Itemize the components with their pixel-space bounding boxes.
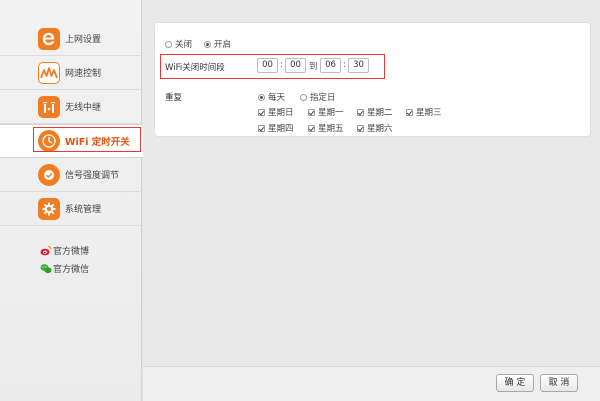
wifi-timer-icon: [38, 130, 60, 152]
end-minute-input[interactable]: 30: [348, 58, 369, 73]
signal-strength-icon: [38, 163, 60, 186]
wechat-label: 官方微信: [53, 265, 90, 275]
to-label: 到: [309, 62, 318, 72]
wechat-link[interactable]: 官方微信: [40, 262, 89, 275]
schedule-label: WiFi关闭时间段: [165, 63, 225, 73]
checkbox[interactable]: [258, 109, 265, 116]
switch-off-radio[interactable]: [165, 41, 172, 48]
repeat-everyday-radio[interactable]: [258, 94, 265, 101]
sidebar-item-label: 无线中继: [65, 103, 102, 113]
switch-on-radio[interactable]: [204, 41, 211, 48]
day-label: 星期五: [318, 124, 344, 134]
sidebar-item-label: 上网设置: [65, 35, 102, 45]
switch-on-option[interactable]: 开启: [204, 38, 231, 50]
sidebar-item-system-management[interactable]: 系统管理: [0, 192, 142, 226]
sidebar-item-wireless-relay[interactable]: 无线中继: [0, 90, 142, 124]
time-colon: :: [280, 60, 283, 70]
speed-wave-icon: [38, 61, 60, 84]
sidebar-item-label: 系统管理: [65, 205, 102, 215]
weibo-link[interactable]: 官方微博: [40, 244, 89, 257]
sidebar: 上网设置 网速控制 无线中继 WiFi 定时开关 信号强度调节 系统管理 官方微…: [0, 0, 143, 401]
sidebar-item-signal-strength[interactable]: 信号强度调节: [0, 158, 142, 192]
start-hour-input[interactable]: 00: [257, 58, 278, 73]
end-hour-input[interactable]: 06: [320, 58, 341, 73]
day-checkbox-thursday[interactable]: 星期四: [258, 122, 294, 134]
cancel-button[interactable]: 取 消: [540, 374, 578, 392]
repeat-everyday-label: 每天: [268, 93, 286, 103]
day-label: 星期六: [367, 124, 393, 134]
sidebar-item-label: WiFi 定时开关: [65, 137, 130, 148]
confirm-button[interactable]: 确 定: [496, 374, 534, 392]
day-checkbox-friday[interactable]: 星期五: [308, 122, 344, 134]
wechat-icon: [40, 263, 52, 274]
checkbox[interactable]: [308, 125, 315, 132]
start-minute-input[interactable]: 00: [285, 58, 306, 73]
repeat-label: 重复: [165, 93, 183, 103]
checkbox[interactable]: [357, 125, 364, 132]
day-checkbox-saturday[interactable]: 星期六: [357, 122, 393, 134]
day-label: 星期三: [416, 108, 442, 118]
weibo-label: 官方微博: [53, 247, 90, 257]
day-label: 星期二: [367, 108, 393, 118]
wireless-relay-icon: [38, 95, 60, 118]
day-checkbox-sunday[interactable]: 星期日: [258, 106, 294, 118]
day-checkbox-wednesday[interactable]: 星期三: [406, 106, 442, 118]
day-label: 星期日: [268, 108, 294, 118]
switch-off-option[interactable]: 关闭: [165, 38, 192, 50]
sidebar-item-wifi-timer[interactable]: WiFi 定时开关: [0, 124, 143, 158]
checkbox[interactable]: [406, 109, 413, 116]
switch-on-label: 开启: [214, 40, 232, 50]
sidebar-item-speed-control[interactable]: 网速控制: [0, 56, 142, 90]
browser-e-icon: [38, 27, 60, 50]
repeat-custom-option[interactable]: 指定日: [300, 91, 336, 103]
checkbox[interactable]: [357, 109, 364, 116]
checkbox[interactable]: [308, 109, 315, 116]
sidebar-item-internet-settings[interactable]: 上网设置: [0, 22, 142, 56]
day-label: 星期四: [268, 124, 294, 134]
repeat-everyday-option[interactable]: 每天: [258, 91, 285, 103]
repeat-custom-radio[interactable]: [300, 94, 307, 101]
sidebar-item-label: 信号强度调节: [65, 171, 120, 181]
checkbox[interactable]: [258, 125, 265, 132]
day-label: 星期一: [318, 108, 344, 118]
system-gear-icon: [38, 197, 60, 220]
repeat-custom-label: 指定日: [310, 93, 336, 103]
sidebar-item-label: 网速控制: [65, 69, 102, 79]
day-checkbox-tuesday[interactable]: 星期二: [357, 106, 393, 118]
time-colon: :: [343, 60, 346, 70]
day-checkbox-monday[interactable]: 星期一: [308, 106, 344, 118]
switch-off-label: 关闭: [175, 40, 193, 50]
weibo-icon: [40, 245, 52, 256]
